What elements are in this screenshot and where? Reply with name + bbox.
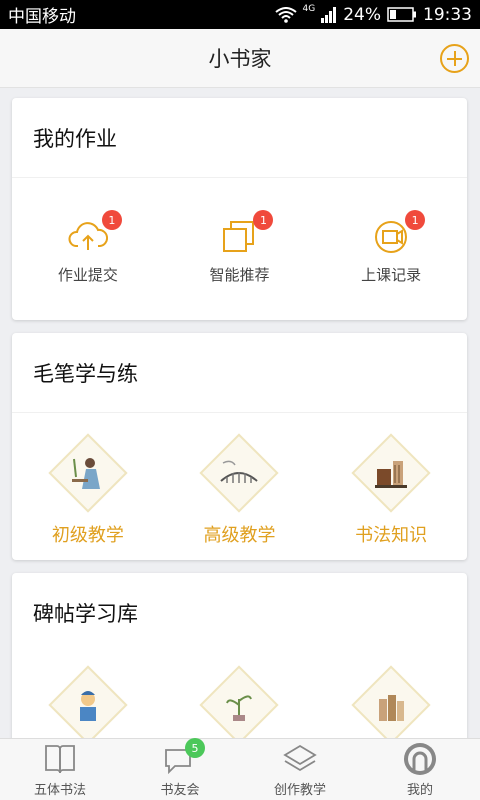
tab-label: 书友会: [160, 783, 200, 798]
library-item[interactable]: [316, 663, 466, 745]
rubbing-library-title: 碑帖学习库: [33, 602, 138, 626]
status-bar: 中国移动 4G 24% 19:33: [0, 0, 480, 29]
stacked-squares-icon: 1: [219, 210, 274, 256]
bridge-illustration: [199, 433, 280, 513]
homework-submit-button[interactable]: 1 作业提交: [13, 210, 163, 285]
homework-card: 我的作业 1 作业提交 1 智能推荐 1 上课记录: [12, 98, 467, 320]
tab-mine[interactable]: 我的: [360, 739, 480, 800]
network-type: 4G: [302, 3, 316, 14]
library-item[interactable]: [13, 663, 163, 745]
battery-percent: 24%: [343, 4, 381, 25]
stamp-illustration: [351, 433, 431, 513]
class-record-label: 上课记录: [361, 266, 422, 284]
tab-creation-teaching[interactable]: 创作教学: [240, 739, 360, 800]
book-icon: [43, 742, 77, 776]
child-illustration: [48, 665, 128, 745]
advanced-lessons-label: 高级教学: [203, 525, 276, 546]
carrier-name: 中国移动: [8, 7, 76, 27]
library-item[interactable]: [164, 663, 314, 745]
add-button[interactable]: [440, 44, 469, 73]
notification-badge: 1: [253, 210, 274, 230]
app-header: 小书家: [0, 29, 480, 88]
tab-book-club[interactable]: 5 书友会: [120, 738, 240, 800]
profile-icon: [403, 742, 437, 776]
brush-practice-title: 毛笔学与练: [12, 333, 467, 413]
layers-icon: [283, 742, 317, 776]
smart-recommend-button[interactable]: 1 智能推荐: [164, 210, 314, 285]
clock: 19:33: [423, 4, 472, 25]
tab-five-styles[interactable]: 五体书法: [0, 739, 120, 800]
notification-badge: 1: [405, 210, 426, 230]
wifi-icon: [274, 6, 297, 23]
notification-badge: 5: [185, 738, 205, 758]
homework-submit-label: 作业提交: [57, 266, 118, 284]
chat-icon: 5: [163, 738, 205, 776]
calligraphy-knowledge-button[interactable]: 书法知识: [316, 431, 466, 547]
bottom-tab-bar: 五体书法 5 书友会 创作教学 我的: [0, 738, 480, 800]
smart-recommend-label: 智能推荐: [209, 266, 270, 284]
battery-icon: [387, 7, 416, 22]
calligraphy-knowledge-label: 书法知识: [355, 525, 428, 546]
plant-illustration: [199, 665, 280, 745]
beginner-lessons-button[interactable]: 初级教学: [13, 431, 163, 547]
page-title: 小书家: [208, 47, 272, 71]
brush-practice-card: 毛笔学与练 初级教学 高级教学 书法知识: [12, 333, 467, 560]
signal-icon: [321, 6, 337, 23]
tab-label: 我的: [406, 783, 433, 798]
class-record-button[interactable]: 1 上课记录: [316, 210, 466, 285]
tab-label: 创作教学: [273, 783, 326, 798]
notification-badge: 1: [101, 210, 122, 230]
rubbing-library-card: 碑帖学习库: [12, 573, 467, 763]
scholar-illustration: [48, 433, 128, 513]
homework-title: 我的作业: [12, 98, 467, 178]
cloud-upload-icon: 1: [68, 210, 122, 256]
books-illustration: [351, 665, 431, 745]
tab-label: 五体书法: [33, 783, 86, 798]
advanced-lessons-button[interactable]: 高级教学: [164, 431, 314, 547]
record-icon: 1: [371, 210, 426, 256]
beginner-lessons-label: 初级教学: [51, 525, 124, 546]
